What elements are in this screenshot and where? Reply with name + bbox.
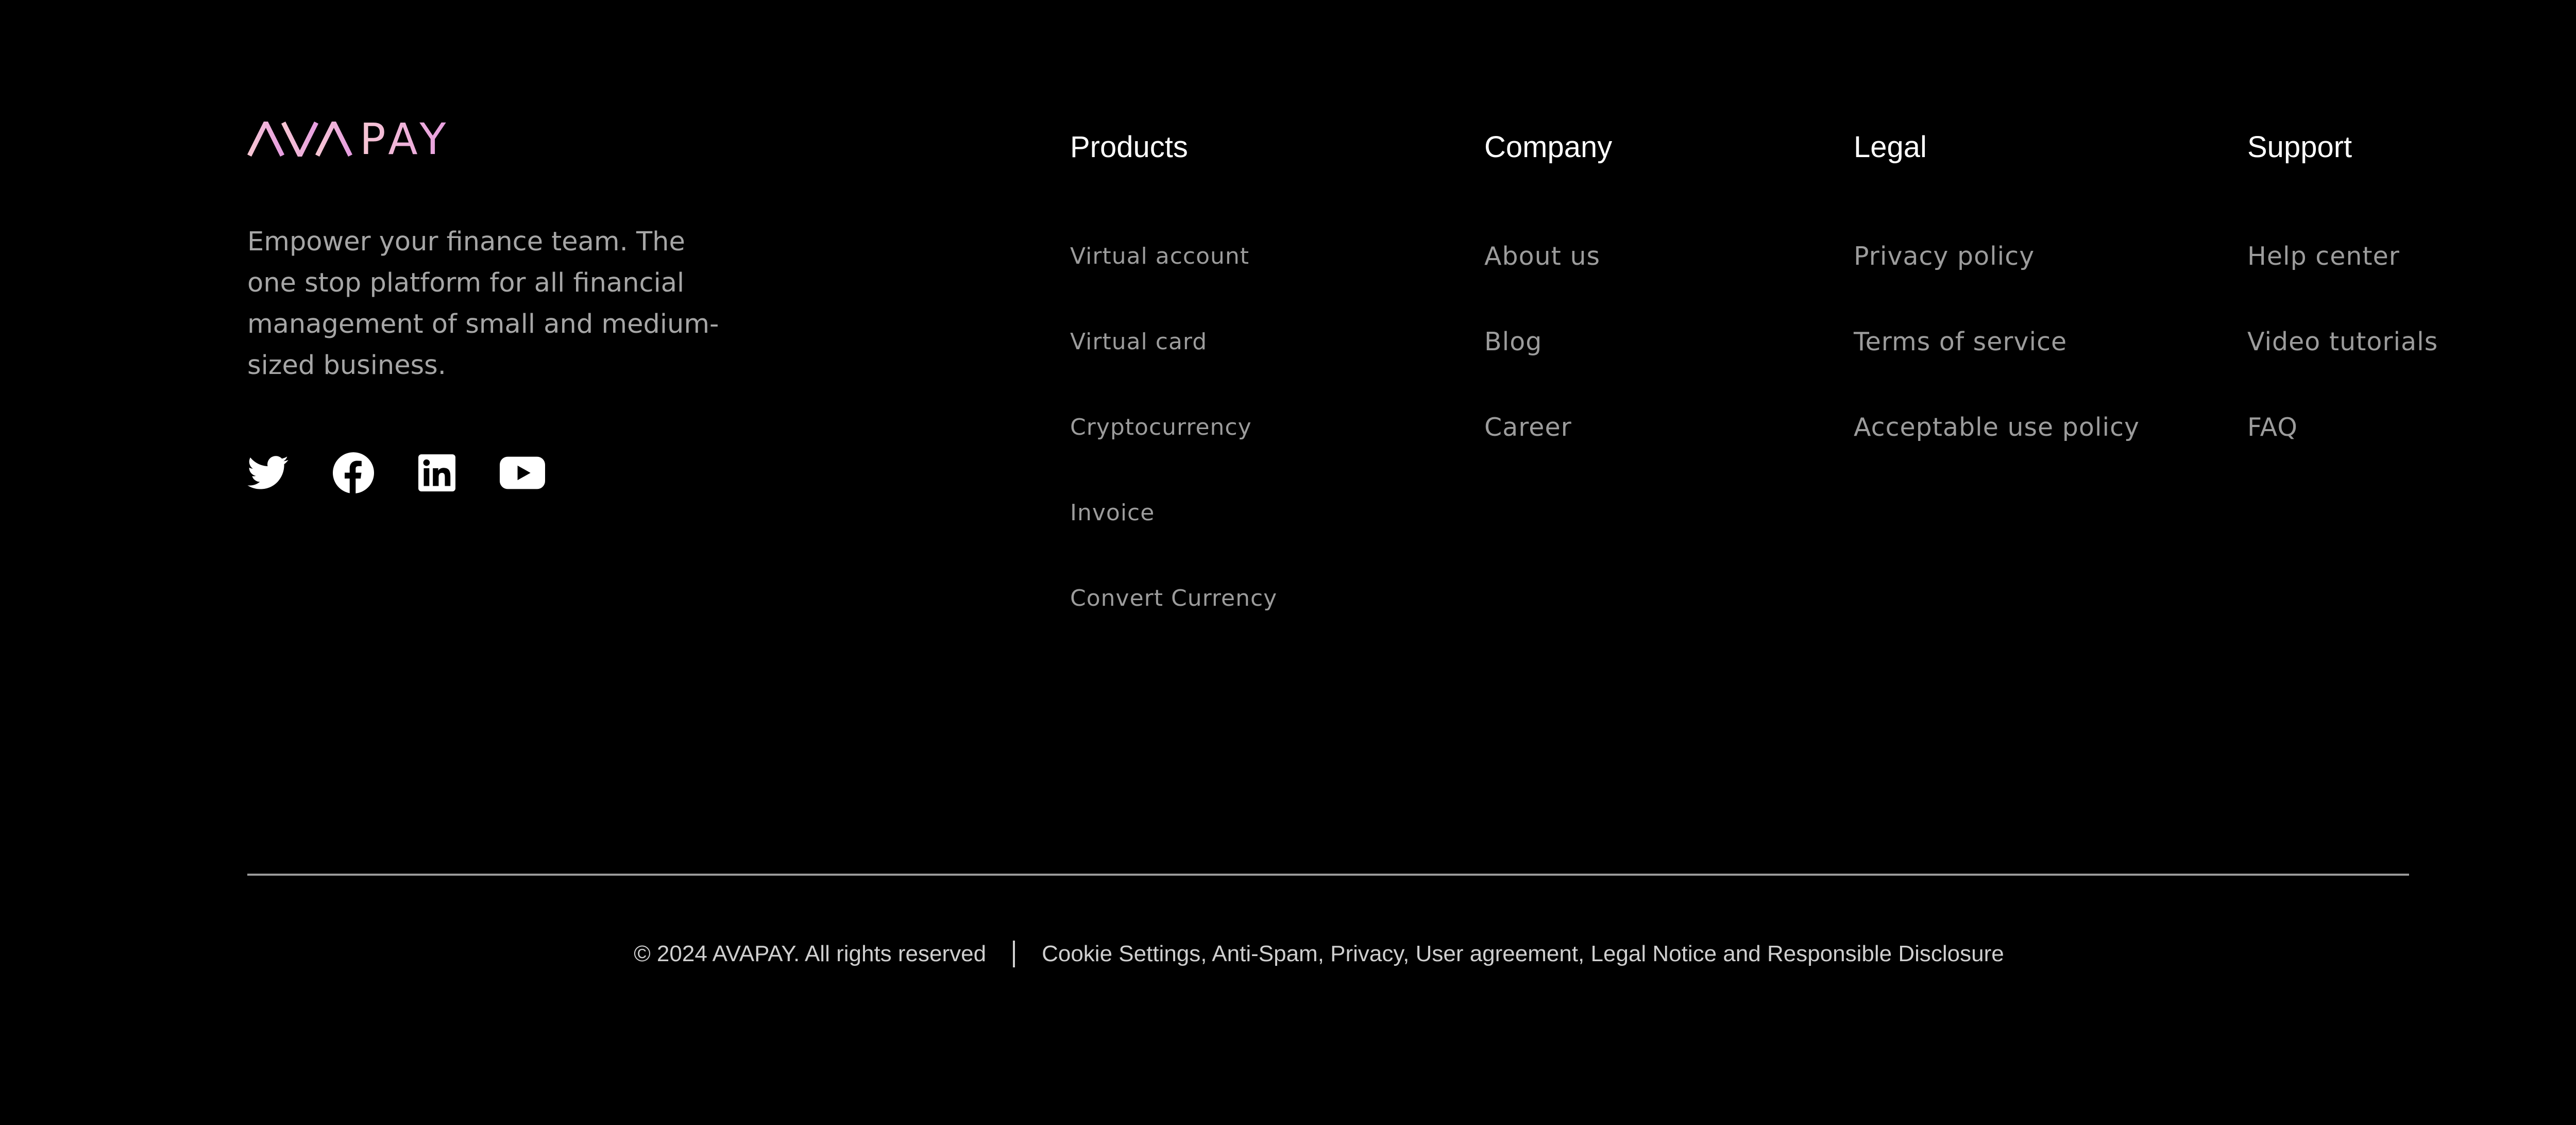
company-column: Company About us Blog Career: [1484, 129, 1612, 499]
footer-divider: [247, 874, 2409, 876]
link-privacy-policy[interactable]: Privacy policy: [1854, 242, 2035, 271]
ava-logo-mark: [247, 122, 352, 157]
link-convert-currency[interactable]: Convert Currency: [1070, 584, 1277, 613]
link-help-center[interactable]: Help center: [2247, 242, 2400, 271]
facebook-icon[interactable]: [333, 452, 374, 496]
link-career[interactable]: Career: [1484, 413, 1572, 442]
twitter-icon[interactable]: [247, 456, 289, 492]
logo[interactable]: PAY: [247, 117, 742, 161]
legal-column: Legal Privacy policy Terms of service Ac…: [1854, 129, 2140, 499]
link-acceptable-use-policy[interactable]: Acceptable use policy: [1854, 413, 2140, 442]
link-invoice[interactable]: Invoice: [1070, 499, 1155, 527]
brand-column: PAY Empower your finance team. The one s…: [247, 117, 742, 386]
products-column: Products Virtual account Virtual card Cr…: [1070, 129, 1277, 670]
link-virtual-account[interactable]: Virtual account: [1070, 242, 1249, 271]
vertical-separator: [1013, 941, 1015, 967]
copyright-text: © 2024 AVAPAY. All rights reserved: [634, 941, 987, 966]
youtube-icon[interactable]: [500, 456, 545, 491]
support-column: Support Help center Video tutorials FAQ: [2247, 129, 2438, 499]
logo-text: PAY: [360, 114, 451, 164]
link-faq[interactable]: FAQ: [2247, 413, 2298, 442]
link-blog[interactable]: Blog: [1484, 328, 1542, 356]
link-virtual-card[interactable]: Virtual card: [1070, 328, 1207, 356]
site-footer: PAY Empower your finance team. The one s…: [0, 0, 2576, 1125]
link-video-tutorials[interactable]: Video tutorials: [2247, 328, 2438, 356]
brand-tagline: Empower your finance team. The one stop …: [247, 227, 719, 381]
linkedin-icon[interactable]: [418, 454, 455, 493]
link-about-us[interactable]: About us: [1484, 242, 1600, 271]
support-heading: Support: [2247, 130, 2352, 164]
support-links: Help center Video tutorials FAQ: [2247, 242, 2438, 499]
company-heading: Company: [1484, 130, 1613, 164]
legal-links-text[interactable]: Cookie Settings, Anti-Spam, Privacy, Use…: [1042, 941, 2004, 967]
footer-bottom-bar: © 2024 AVAPAY. All rights reserved Cooki…: [0, 941, 2576, 967]
products-links: Virtual account Virtual card Cryptocurre…: [1070, 242, 1277, 670]
legal-links: Privacy policy Terms of service Acceptab…: [1854, 242, 2140, 499]
products-heading: Products: [1070, 130, 1188, 164]
legal-heading: Legal: [1854, 130, 1927, 164]
link-cryptocurrency[interactable]: Cryptocurrency: [1070, 413, 1252, 442]
social-links: [247, 452, 545, 496]
link-terms-of-service[interactable]: Terms of service: [1854, 328, 2067, 356]
company-links: About us Blog Career: [1484, 242, 1612, 499]
